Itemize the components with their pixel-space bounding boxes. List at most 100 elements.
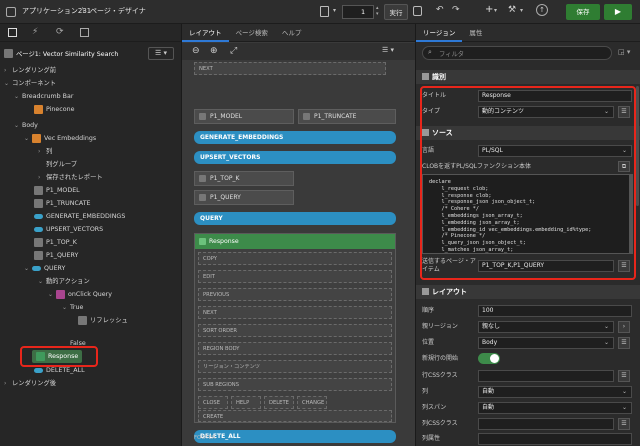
tree-item-before-render[interactable]: › レンダリング前 [4, 64, 56, 77]
back-icon[interactable] [6, 7, 16, 17]
tree-item-column-groups[interactable]: 列グループ [46, 158, 77, 171]
slot-previous[interactable]: PREVIOUS [198, 288, 392, 301]
tree-item-onclick-query[interactable]: ⌄ onClick Query [48, 288, 112, 301]
slot-sub-regions[interactable]: SUB REGIONS [198, 378, 392, 391]
row-css-input[interactable] [478, 370, 614, 382]
section-layout[interactable]: レイアウト [416, 285, 640, 299]
position-select[interactable]: Body ⌄ [478, 337, 614, 349]
p1-top-k-item[interactable]: P1_TOP_K [194, 171, 294, 186]
sequence-input[interactable]: 100 [478, 305, 632, 317]
wrench-icon[interactable]: ⚒ [508, 5, 516, 15]
slot-create[interactable]: CREATE [198, 410, 392, 422]
p1-query-item[interactable]: P1_QUERY [194, 190, 294, 205]
stepper-icon[interactable]: ▴ ▾ [376, 5, 379, 17]
undo-icon[interactable]: ↶ [436, 5, 444, 15]
slot-delete[interactable]: DELETE [264, 396, 294, 409]
tree-item-p1-truncate[interactable]: P1_TRUNCATE [34, 197, 91, 210]
display-mode-icon[interactable]: ◲ ▾ [618, 48, 630, 56]
tree-item-upsert-vectors[interactable]: UPSERT_VECTORS [34, 223, 103, 236]
tab-layout[interactable]: レイアウト [182, 24, 229, 42]
tree-item-query[interactable]: ⌄ QUERY [24, 262, 65, 275]
tree-item-body[interactable]: ⌄ Body [14, 119, 38, 132]
page-title[interactable]: ページ1: Vector Similarity Search [16, 49, 118, 58]
start-new-row-toggle[interactable] [478, 353, 500, 364]
list-icon[interactable]: ☰ [618, 418, 630, 430]
tree-item-p1-query[interactable]: P1_QUERY [34, 249, 78, 262]
lock-icon[interactable] [413, 6, 422, 16]
zoom-in-icon[interactable]: ⊕ [210, 46, 218, 56]
slot-close[interactable]: CLOSE [198, 396, 228, 409]
p1-truncate-item[interactable]: P1_TRUNCATE [298, 109, 396, 124]
response-region[interactable]: Response COPY EDIT PREVIOUS NEXT SORT OR… [194, 233, 396, 423]
zoom-out-icon[interactable]: ⊖ [192, 46, 200, 56]
chevron-down-icon: ⌄ [603, 323, 609, 330]
generate-embeddings-button[interactable]: GENERATE_EMBEDDINGS [194, 131, 396, 144]
rendering-tree-panel: ⚡ ⟳ ページ1: Vector Similarity Search ☰ ▾ ›… [0, 24, 182, 446]
tree-item-vec-embeddings[interactable]: ⌄ Vec Embeddings [24, 132, 96, 145]
query-button[interactable]: QUERY [194, 212, 396, 225]
section-collapse-icon[interactable] [422, 73, 429, 80]
menu-icon[interactable]: ☰ ▾ [382, 46, 394, 54]
section-collapse-icon[interactable] [422, 288, 429, 295]
column-attributes-input[interactable] [478, 433, 632, 445]
tab-region[interactable]: リージョン [416, 24, 463, 42]
go-icon[interactable]: › [618, 321, 630, 333]
tree-item-p1-model[interactable]: P1_MODEL [34, 184, 80, 197]
dynamic-action-tab-icon[interactable]: ⚡ [32, 27, 38, 37]
rendering-tab-icon[interactable] [8, 28, 17, 37]
tab-page-search[interactable]: ページ検索 [229, 24, 275, 42]
tree-item-pinecone[interactable]: Pinecone [34, 103, 74, 116]
tab-attributes[interactable]: 属性 [462, 24, 489, 42]
help-icon[interactable]: ↑ [536, 4, 548, 16]
plus-menu-icon[interactable]: + [485, 4, 493, 15]
chevron-down-icon[interactable]: ▾ [494, 7, 497, 14]
response-region-header[interactable]: Response [195, 234, 395, 249]
tree-item-saved-reports[interactable]: › 保存されたレポート [38, 171, 103, 184]
slot-region-content[interactable]: リージョン・コンテンツ [198, 360, 392, 373]
parent-region-select[interactable]: 親なし ⌄ [478, 321, 614, 333]
tree-item-components[interactable]: ⌄ コンポーネント [4, 77, 56, 90]
list-icon[interactable]: ☰ [618, 370, 630, 382]
fit-icon[interactable]: ⤢ [230, 46, 237, 56]
tree-item-refresh[interactable]: リフレッシュ [78, 314, 128, 327]
redo-icon[interactable]: ↷ [452, 5, 460, 15]
slot-help[interactable]: HELP [231, 396, 261, 409]
column-span-select[interactable]: 自動 ⌄ [478, 402, 632, 414]
app-name[interactable]: アプリケーション231 [22, 6, 91, 16]
page-icon[interactable] [320, 6, 329, 17]
tree-item-dynamic-actions[interactable]: ⌄ 動的アクション [38, 275, 90, 288]
run-page-button[interactable]: ▶ [604, 4, 632, 20]
slot-region-body[interactable]: REGION BODY [198, 342, 392, 355]
tree-item-columns[interactable]: › 列 [38, 145, 52, 158]
processing-tab-icon[interactable]: ⟳ [56, 27, 64, 37]
list-icon[interactable]: ☰ [618, 337, 630, 349]
tree-item-generate-embeddings[interactable]: GENERATE_EMBEDDINGS [34, 210, 125, 223]
upsert-vectors-button[interactable]: UPSERT_VECTORS [194, 151, 396, 164]
tab-help[interactable]: ヘルプ [275, 24, 309, 42]
shared-components-tab-icon[interactable] [80, 28, 89, 37]
delete-all-button[interactable]: DELETE_ALL [194, 430, 396, 443]
slot-next[interactable]: NEXT [198, 306, 392, 319]
tree-item-true[interactable]: ⌄ True [62, 301, 83, 314]
filter-input[interactable]: ⌕ フィルタ [422, 46, 612, 60]
slot-sort-order[interactable]: SORT ORDER [198, 324, 392, 337]
page-number-input[interactable]: 1 [342, 5, 374, 19]
slot-change[interactable]: CHANGE [297, 396, 327, 409]
slot-edit[interactable]: EDIT [198, 270, 392, 283]
footer-slot[interactable]: FOOTER [194, 435, 216, 441]
chevron-down-icon[interactable]: ▾ [520, 7, 523, 14]
menu-icon[interactable]: ☰ ▾ [148, 47, 174, 60]
p1-model-item[interactable]: P1_MODEL [194, 109, 294, 124]
chevron-down-icon[interactable]: ▾ [333, 7, 336, 14]
tree-item-p1-top-k[interactable]: P1_TOP_K [34, 236, 77, 249]
section-identify[interactable]: 識別 [416, 70, 640, 84]
tree-item-breadcrumb-bar[interactable]: ⌄ Breadcrumb Bar [14, 90, 73, 103]
tree-item-after-render[interactable]: › レンダリング後 [4, 377, 56, 390]
slot-copy[interactable]: COPY [198, 252, 392, 265]
save-button[interactable]: 保存 [566, 4, 600, 20]
slot-next-top[interactable]: NEXT [194, 62, 386, 75]
column-select[interactable]: 自動 ⌄ [478, 386, 632, 398]
run-button[interactable]: 実行 [384, 4, 408, 20]
column-css-input[interactable] [478, 418, 614, 430]
property-scrollbar[interactable] [636, 86, 639, 206]
